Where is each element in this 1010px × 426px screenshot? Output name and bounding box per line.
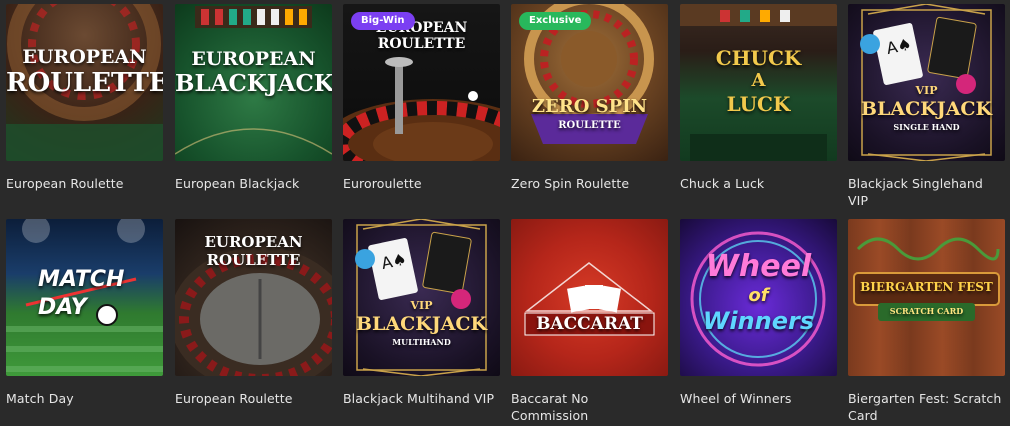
cards-art: [524, 262, 655, 336]
game-title[interactable]: European Blackjack: [175, 175, 332, 192]
art-title-line3: LUCK: [726, 92, 791, 116]
game-title[interactable]: Blackjack Singlehand VIP: [848, 175, 1005, 209]
art-title-line2: BLACKJACK: [175, 70, 332, 97]
game-grid: EUROPEAN ROULETTE European Roulette EURO…: [0, 0, 1010, 426]
game-thumbnail[interactable]: CHUCK A LUCK: [680, 4, 837, 161]
art-title-line1: CHUCK: [715, 46, 802, 70]
game-thumbnail[interactable]: EUROPEAN ROULETTE: [6, 4, 163, 161]
game-thumbnail[interactable]: Wheel of Winners: [680, 219, 837, 376]
game-tile-zero-spin-roulette[interactable]: ZERO SPIN ROULETTE Exclusive Zero Spin R…: [511, 4, 668, 192]
art-title-line2: BLACKJACK: [860, 98, 993, 120]
art-title-line2: BLACKJACK: [355, 313, 488, 335]
game-thumbnail[interactable]: ZERO SPIN ROULETTE Exclusive: [511, 4, 668, 161]
game-tile-blackjack-singlehand-vip[interactable]: A♠ VIP BLACKJACK SINGLE HAND Blackjack S…: [848, 4, 1005, 209]
art-title-line2: SCRATCH CARD: [889, 306, 964, 316]
art-title-line3: SINGLE HAND: [893, 122, 960, 132]
art-title-line2: ROULETTE: [6, 68, 163, 98]
big-win-badge: Big-Win: [351, 12, 415, 30]
art-title-line2: DAY: [38, 295, 87, 320]
game-title[interactable]: European Roulette: [175, 390, 332, 407]
exclusive-badge: Exclusive: [519, 12, 592, 30]
art-title-line2: of: [748, 285, 769, 306]
game-tile-biergarten-fest-scratch-card[interactable]: BIERGARTEN FEST SCRATCH CARD Biergarten …: [848, 219, 1005, 424]
art-title-line1: EUROPEAN: [191, 48, 316, 70]
game-tile-european-roulette-2[interactable]: EUROPEAN ROULETTE European Roulette: [175, 219, 332, 407]
game-title[interactable]: Biergarten Fest: Scratch Card: [848, 390, 1005, 424]
cards-and-chips-art: A♠: [860, 4, 992, 161]
cards-and-chips-art: A♠: [355, 219, 487, 376]
game-thumbnail[interactable]: BIERGARTEN FEST SCRATCH CARD: [848, 219, 1005, 376]
game-tile-chuck-a-luck[interactable]: CHUCK A LUCK Chuck a Luck: [680, 4, 837, 192]
game-thumbnail[interactable]: EUROPEAN ROULETTE Big-Win: [343, 4, 500, 161]
game-tile-blackjack-multihand-vip[interactable]: A♠ VIP BLACKJACK MULTIHAND Blackjack Mul…: [343, 219, 500, 407]
game-title[interactable]: Wheel of Winners: [680, 390, 837, 407]
game-thumbnail[interactable]: EUROPEAN ROULETTE: [175, 219, 332, 376]
art-title-line3: Winners: [702, 307, 815, 335]
game-title[interactable]: Euroroulette: [343, 175, 500, 192]
game-thumbnail[interactable]: BACCARAT: [511, 219, 668, 376]
game-tile-euroroulette[interactable]: EUROPEAN ROULETTE Big-Win Euroroulette: [343, 4, 500, 192]
game-title[interactable]: Match Day: [6, 390, 163, 407]
art-title-line1: ZERO SPIN: [531, 96, 648, 117]
wooden-sign-art: [853, 237, 1000, 321]
game-title[interactable]: Zero Spin Roulette: [511, 175, 668, 192]
game-tile-baccarat-no-commission[interactable]: BACCARAT Baccarat No Commission: [511, 219, 668, 424]
art-title-line3: MULTIHAND: [392, 337, 451, 347]
art-title-line1: BIERGARTEN FEST: [860, 280, 993, 294]
art-title-line1: BACCARAT: [536, 314, 643, 334]
game-tile-match-day[interactable]: MATCH DAY Match Day: [6, 219, 163, 407]
game-tile-european-roulette[interactable]: EUROPEAN ROULETTE European Roulette: [6, 4, 163, 192]
game-thumbnail[interactable]: A♠ VIP BLACKJACK SINGLE HAND: [848, 4, 1005, 161]
art-title-line1: EUROPEAN: [22, 46, 147, 68]
art-title-line1: Wheel: [705, 249, 812, 284]
game-thumbnail[interactable]: MATCH DAY: [6, 219, 163, 376]
game-title[interactable]: Blackjack Multihand VIP: [343, 390, 500, 407]
game-title[interactable]: Baccarat No Commission: [511, 390, 668, 424]
art-title-line2: A: [751, 70, 766, 91]
game-thumbnail[interactable]: EUROPEAN BLACKJACK: [175, 4, 332, 161]
game-title[interactable]: Chuck a Luck: [680, 175, 837, 192]
art-title-line2: ROULETTE: [558, 120, 621, 131]
game-title[interactable]: European Roulette: [6, 175, 163, 192]
game-thumbnail[interactable]: A♠ VIP BLACKJACK MULTIHAND: [343, 219, 500, 376]
game-tile-european-blackjack[interactable]: EUROPEAN BLACKJACK European Blackjack: [175, 4, 332, 192]
art-title-line1: EUROPEAN ROULETTE: [204, 233, 303, 269]
game-tile-wheel-of-winners[interactable]: Wheel of Winners Wheel of Winners: [680, 219, 837, 407]
art-title-line1: VIP: [410, 299, 433, 312]
art-title-line1: MATCH: [38, 267, 125, 292]
art-title-line1: VIP: [915, 84, 938, 97]
